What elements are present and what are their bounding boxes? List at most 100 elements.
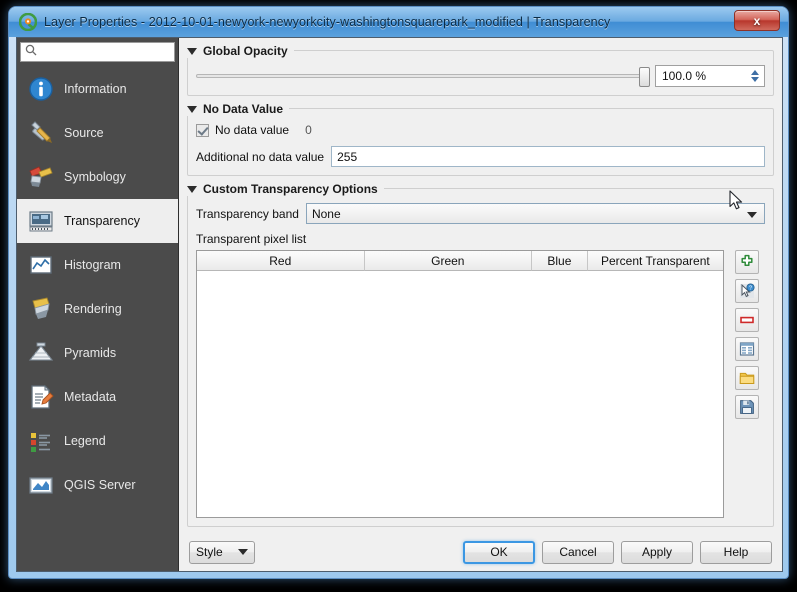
global-opacity-group: Global Opacity 100.0 % [187, 44, 774, 96]
custom-transparency-title-row: Custom Transparency Options [187, 182, 384, 196]
layer-properties-window: Layer Properties - 2012-10-01-newyork-ne… [8, 6, 789, 579]
spin-down-icon[interactable] [750, 77, 759, 82]
paintbrush-icon [27, 163, 55, 191]
opacity-row: 100.0 % [196, 65, 765, 87]
sidebar-search-wrapper [17, 38, 183, 67]
ok-button[interactable]: OK [463, 540, 535, 564]
transparency-panel: Global Opacity 100.0 % No Data Value No … [179, 38, 782, 571]
custom-transparency-frame: Transparency band None Transparent pixel… [187, 188, 774, 527]
sidebar-item-legend[interactable]: Legend [17, 419, 178, 463]
sidebar-item-label: Information [64, 82, 127, 96]
title-bar: Layer Properties - 2012-10-01-newyork-ne… [9, 7, 788, 37]
global-opacity-title-row: Global Opacity [187, 44, 294, 58]
no-data-value-current: 0 [305, 123, 312, 137]
svg-text:?: ? [749, 286, 752, 292]
pixel-list-toolbar: ? [729, 250, 765, 518]
slider-handle[interactable] [639, 67, 650, 87]
no-data-value-checkbox-row[interactable]: No data value 0 [196, 123, 765, 137]
collapse-triangle-icon[interactable] [187, 185, 197, 193]
additional-no-data-label: Additional no data value [196, 149, 325, 164]
wrench-pencil-icon [27, 119, 55, 147]
column-header-red[interactable]: Red [197, 251, 365, 271]
sidebar-item-label: Rendering [64, 302, 122, 316]
sidebar-item-label: Transparency [64, 214, 140, 228]
column-header-green[interactable]: Green [364, 251, 533, 271]
pyramid-icon [27, 339, 55, 367]
remove-selected-row-button[interactable] [735, 308, 759, 332]
additional-no-data-input[interactable]: 255 [331, 146, 765, 167]
no-data-value-checkbox[interactable] [196, 123, 209, 137]
no-data-value-label: No data value [215, 123, 290, 137]
no-data-value-frame: No data value 0 Additional no data value… [187, 108, 774, 176]
search-input[interactable] [41, 46, 183, 58]
transparency-raster-icon [27, 207, 55, 235]
document-pencil-icon [27, 383, 55, 411]
chevron-down-icon[interactable] [747, 212, 757, 218]
add-values-manually-button[interactable] [735, 250, 759, 274]
default-values-button[interactable] [735, 337, 759, 361]
column-header-blue[interactable]: Blue [532, 251, 588, 271]
transparency-band-value: None [311, 206, 341, 221]
apply-button[interactable]: Apply [621, 540, 693, 564]
search-box[interactable] [20, 42, 183, 62]
collapse-triangle-icon[interactable] [187, 47, 197, 55]
info-icon [27, 75, 55, 103]
close-button[interactable]: x [734, 10, 780, 31]
sidebar-item-label: Histogram [64, 258, 121, 272]
column-header-percent-transparent[interactable]: Percent Transparent [587, 251, 723, 271]
no-data-value-title: No Data Value [203, 102, 284, 116]
table-header-row: Red Green Blue Percent Transparent [197, 251, 723, 271]
table-body[interactable] [197, 271, 723, 517]
add-values-from-display-button[interactable]: ? [735, 279, 759, 303]
custom-transparency-title: Custom Transparency Options [203, 182, 378, 196]
window-title: Layer Properties - 2012-10-01-newyork-ne… [44, 15, 611, 29]
sidebar-item-rendering[interactable]: Rendering [17, 287, 178, 331]
sidebar-item-symbology[interactable]: Symbology [17, 155, 178, 199]
no-data-value-title-row: No Data Value [187, 102, 290, 116]
spinbox-arrows[interactable] [747, 67, 762, 85]
dialog-client-area: Information Source Symbology Transparenc… [16, 37, 783, 572]
sidebar-item-information[interactable]: Information [17, 67, 178, 111]
histogram-icon [27, 251, 55, 279]
pixel-list-wrapper: Red Green Blue Percent Transparent ? [196, 250, 765, 518]
sidebar-item-label: Legend [64, 434, 106, 448]
global-opacity-slider[interactable] [196, 67, 650, 87]
sidebar-item-transparency[interactable]: Transparency [17, 199, 178, 243]
sidebar-item-qgis-server[interactable]: QGIS Server [17, 463, 178, 507]
brush-icon [27, 295, 55, 323]
global-opacity-value: 100.0 % [662, 69, 707, 83]
style-button[interactable]: Style [189, 540, 255, 564]
sidebar-item-source[interactable]: Source [17, 111, 178, 155]
sidebar-item-label: Source [64, 126, 104, 140]
sidebar-item-metadata[interactable]: Metadata [17, 375, 178, 419]
transparency-band-label: Transparency band [196, 206, 299, 221]
help-button[interactable]: Help [700, 540, 772, 564]
global-opacity-spinbox[interactable]: 100.0 % [655, 65, 765, 87]
legend-list-icon [27, 427, 55, 455]
sidebar-item-label: Metadata [64, 390, 117, 404]
spin-up-icon[interactable] [750, 70, 759, 75]
global-opacity-title: Global Opacity [203, 44, 288, 58]
qgis-logo-icon [18, 12, 38, 32]
dialog-button-bar: Style OK Cancel Apply Help [179, 533, 782, 571]
custom-transparency-group: Custom Transparency Options Transparency… [187, 182, 774, 527]
sidebar-item-histogram[interactable]: Histogram [17, 243, 178, 287]
import-from-file-button[interactable] [735, 366, 759, 390]
no-data-value-group: No Data Value No data value 0 Additional… [187, 102, 774, 176]
collapse-triangle-icon[interactable] [187, 105, 197, 113]
search-icon [25, 43, 37, 61]
chevron-down-icon[interactable] [238, 549, 248, 555]
sidebar-item-pyramids[interactable]: Pyramids [17, 331, 178, 375]
style-button-label: Style [196, 545, 223, 559]
additional-no-data-row: Additional no data value 255 [196, 146, 765, 167]
cancel-button[interactable]: Cancel [542, 540, 614, 564]
transparency-band-row: Transparency band None [196, 203, 765, 224]
sidebar-item-label: QGIS Server [64, 478, 136, 492]
sidebar: Information Source Symbology Transparenc… [17, 38, 183, 571]
transparent-pixel-list-label: Transparent pixel list [196, 232, 307, 246]
transparent-pixel-table[interactable]: Red Green Blue Percent Transparent [196, 250, 724, 518]
export-to-file-button[interactable] [735, 395, 759, 419]
qgis-server-icon [27, 471, 55, 499]
sidebar-item-label: Pyramids [64, 346, 117, 360]
transparency-band-select[interactable]: None [305, 203, 765, 224]
